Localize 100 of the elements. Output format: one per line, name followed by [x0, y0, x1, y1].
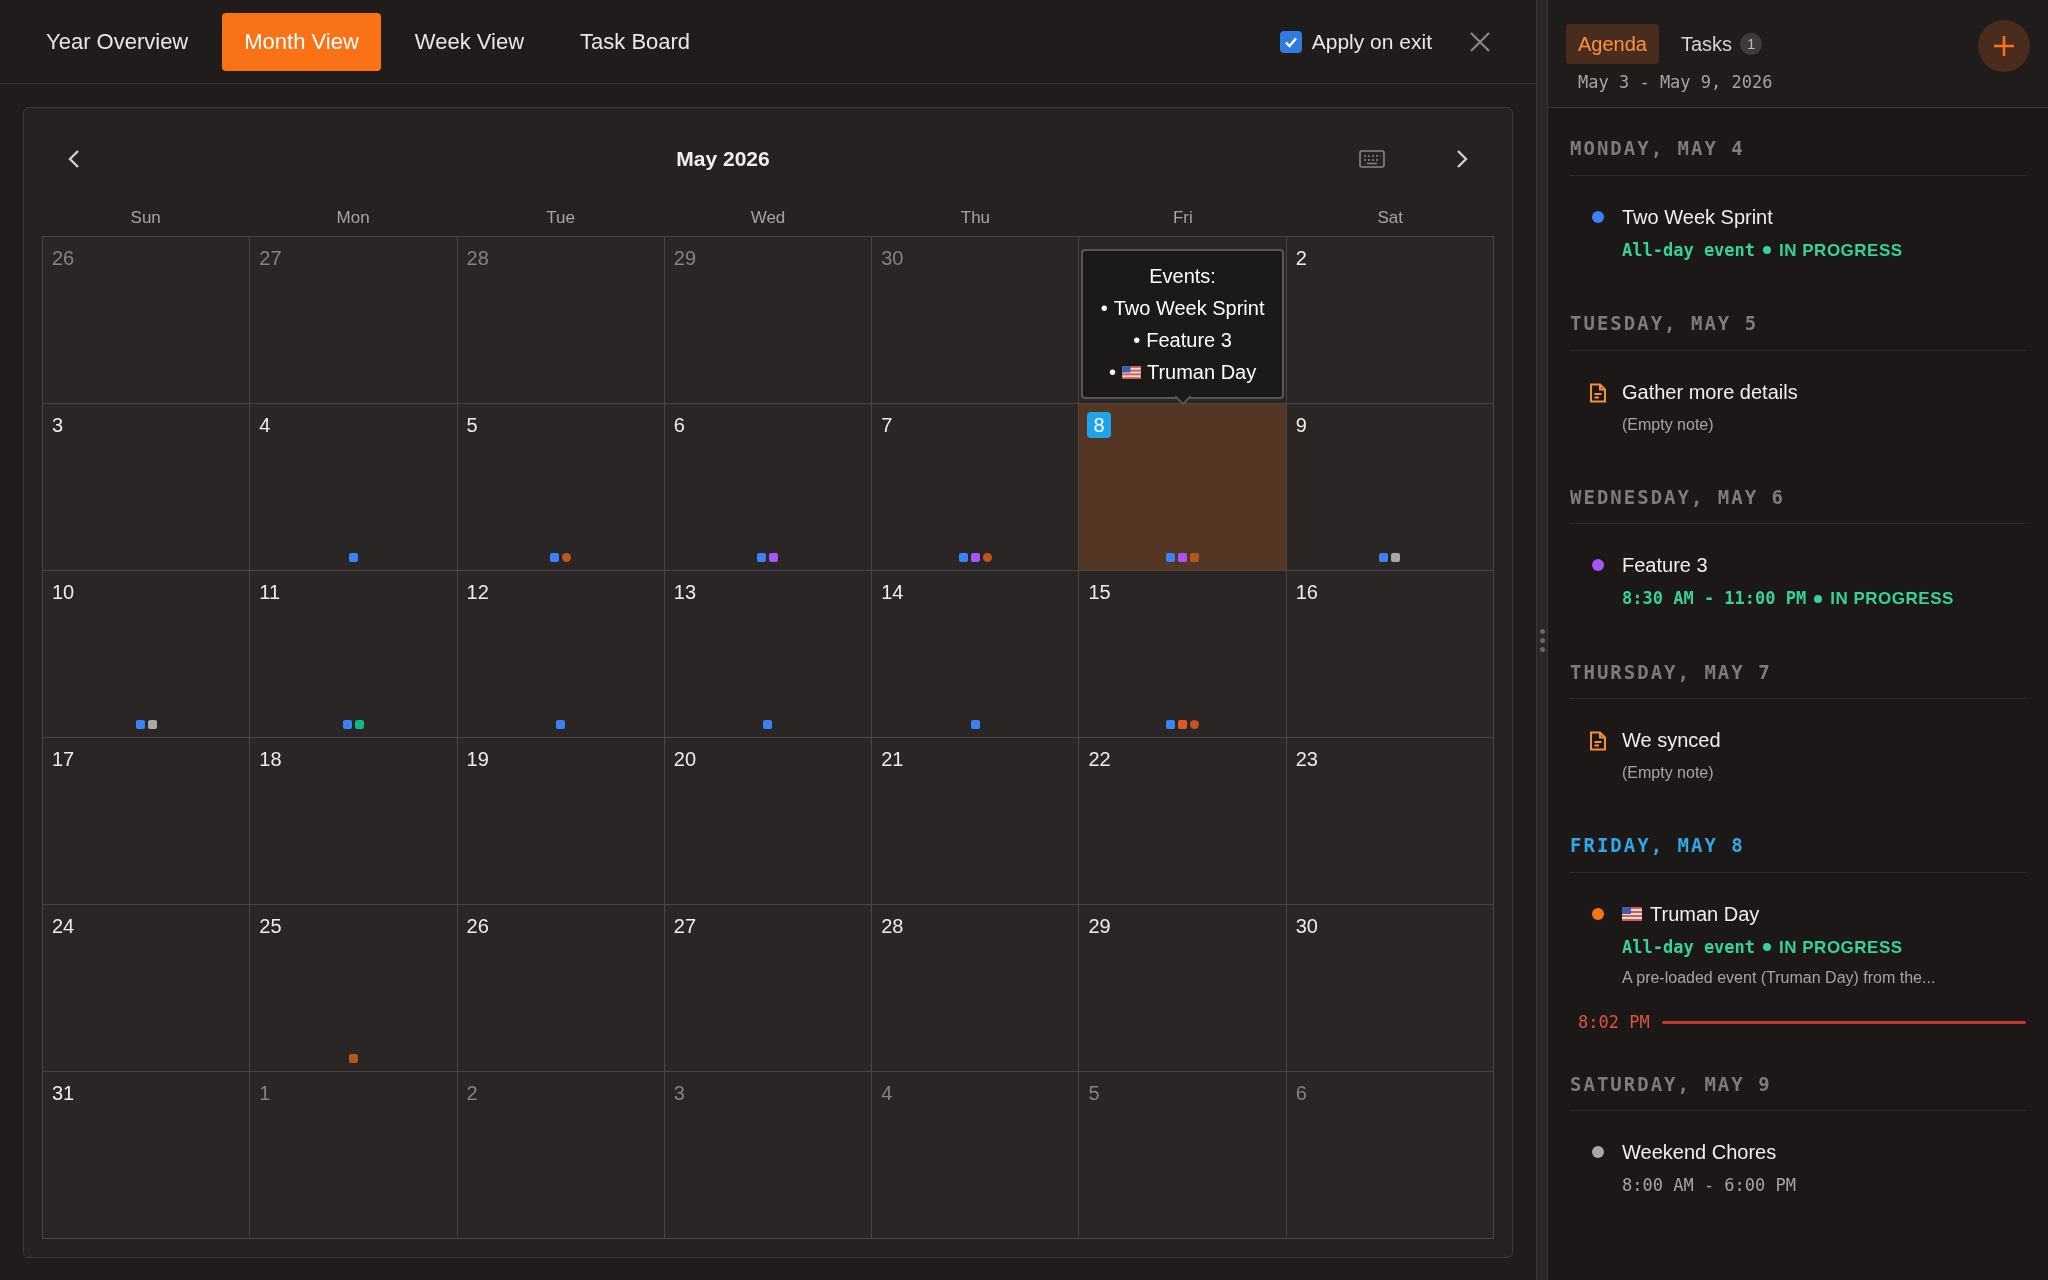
- day-number: 28: [880, 914, 905, 939]
- day-cell[interactable]: 2: [457, 1072, 665, 1239]
- day-cell[interactable]: 31: [43, 1072, 251, 1239]
- day-number: 2: [465, 1081, 479, 1106]
- item-title[interactable]: Two Week Sprint: [1622, 201, 1773, 232]
- day-cell[interactable]: 13: [664, 571, 873, 738]
- view-tab[interactable]: Year Overview: [24, 12, 211, 71]
- day-heading: MONDAY, MAY 4: [1570, 137, 1745, 159]
- item-description: (Empty note): [1622, 763, 1715, 783]
- flag-icon: [1622, 906, 1642, 921]
- tooltip-item: Two Week Sprint: [1113, 296, 1265, 321]
- day-cell[interactable]: 10: [43, 571, 251, 738]
- day-cell[interactable]: 1: [250, 1072, 458, 1239]
- day-cell[interactable]: 16: [1286, 571, 1494, 738]
- day-cell[interactable]: 24: [43, 905, 251, 1072]
- day-cell[interactable]: 23: [1286, 738, 1494, 905]
- weekday-label: Wed: [750, 207, 786, 230]
- day-number: 30: [1294, 914, 1319, 939]
- day-cell[interactable]: 30: [872, 237, 1080, 404]
- resize-handle[interactable]: [1536, 0, 1548, 1280]
- day-cell[interactable]: 9: [1286, 404, 1494, 571]
- day-cell[interactable]: 5: [1079, 1072, 1287, 1239]
- day-cell[interactable]: 29: [1079, 905, 1287, 1072]
- day-cell[interactable]: 20: [664, 738, 873, 905]
- day-cell[interactable]: 6: [1286, 1072, 1494, 1239]
- day-cell[interactable]: 29: [664, 237, 873, 404]
- day-cell[interactable]: 5: [457, 404, 665, 571]
- day-number: 3: [672, 1081, 686, 1106]
- day-number: 27: [258, 246, 283, 271]
- tooltip-item: Truman Day: [1146, 360, 1257, 385]
- day-cell[interactable]: 3: [664, 1072, 873, 1239]
- day-cell[interactable]: 21: [872, 738, 1080, 905]
- day-number: 31: [51, 1081, 76, 1106]
- day-number: 13: [672, 580, 698, 605]
- day-number: 5: [1087, 1081, 1101, 1106]
- item-title[interactable]: Weekend Chores: [1622, 1137, 1777, 1167]
- day-cell[interactable]: 26: [43, 237, 251, 404]
- view-tab[interactable]: Task Board: [558, 12, 713, 71]
- day-cell[interactable]: Events: • Two Week Sprint • Feature 3 • Truman Day: [1079, 237, 1287, 404]
- day-cell[interactable]: 26: [457, 905, 665, 1072]
- event-time: All-day event: [1622, 935, 1756, 959]
- item-title[interactable]: We synced: [1622, 725, 1721, 755]
- chevron-right-icon: [1455, 149, 1469, 169]
- panel-tab[interactable]: Tasks 1: [1668, 24, 1775, 64]
- day-cell[interactable]: 18: [250, 738, 458, 905]
- day-cell[interactable]: 2: [1286, 237, 1494, 404]
- weekday-label: Fri: [1172, 207, 1193, 230]
- add-button[interactable]: [1978, 20, 2030, 72]
- day-number: 24: [51, 914, 76, 939]
- day-cell[interactable]: 12: [457, 571, 665, 738]
- event-time: 8:30 AM - 11:00 PM: [1622, 587, 1807, 610]
- day-number: 27: [672, 914, 698, 939]
- day-number: 29: [672, 246, 698, 271]
- day-number: 4: [880, 1081, 894, 1106]
- day-cell[interactable]: 22: [1079, 738, 1287, 905]
- item-title[interactable]: Gather more details: [1622, 376, 1798, 407]
- date-range: May 3 - May 9, 2026: [1578, 71, 1773, 94]
- weekday-label: Tue: [546, 207, 575, 230]
- day-number: 21: [880, 747, 905, 772]
- weekday-label: Mon: [336, 207, 370, 230]
- day-number: 5: [465, 413, 479, 438]
- day-number: 6: [672, 413, 686, 438]
- day-number: 1: [258, 1081, 272, 1106]
- day-cell[interactable]: 27: [250, 237, 458, 404]
- day-cell[interactable]: 4: [250, 404, 458, 571]
- day-cell[interactable]: 15: [1079, 571, 1287, 738]
- day-number: 7: [880, 413, 894, 438]
- checkbox[interactable]: [1279, 30, 1302, 53]
- day-cell[interactable]: 25: [250, 905, 458, 1072]
- day-cell[interactable]: 7: [872, 404, 1080, 571]
- view-tab[interactable]: Week View: [392, 12, 547, 71]
- item-title[interactable]: Feature 3: [1622, 550, 1708, 580]
- day-cell[interactable]: 28: [872, 905, 1080, 1072]
- day-cell[interactable]: 27: [664, 905, 873, 1072]
- day-cell[interactable]: 14: [872, 571, 1080, 738]
- day-cell[interactable]: 17: [43, 738, 251, 905]
- day-cell[interactable]: 4: [872, 1072, 1080, 1239]
- bullet: •: [1100, 296, 1108, 321]
- item-description: A pre-loaded event (Truman Day) from the...: [1622, 968, 1936, 988]
- weekday-label: Sat: [1377, 207, 1404, 230]
- day-number: 23: [1294, 747, 1319, 772]
- day-number: 16: [1294, 580, 1319, 605]
- day-number: 11: [258, 580, 282, 605]
- weekday-label: Sun: [130, 207, 161, 230]
- tooltip-title: Events:: [1149, 264, 1216, 289]
- day-heading: FRIDAY, MAY 8: [1570, 834, 1745, 856]
- day-cell[interactable]: 11: [250, 571, 458, 738]
- item-title[interactable]: Truman Day: [1650, 898, 1760, 929]
- plus-icon: [1992, 34, 2016, 58]
- panel-tab[interactable]: Agenda: [1566, 24, 1659, 64]
- day-cell[interactable]: 30: [1286, 905, 1494, 1072]
- day-number: 8: [1087, 412, 1111, 438]
- day-number: 4: [258, 413, 272, 438]
- apply-on-exit-checkbox[interactable]: Apply on exit: [1279, 25, 1432, 58]
- day-number: 17: [51, 747, 76, 772]
- day-cell[interactable]: 3: [43, 404, 251, 571]
- day-cell[interactable]: 6: [664, 404, 873, 571]
- day-cell[interactable]: 28: [457, 237, 665, 404]
- status-label: IN PROGRESS: [1830, 588, 1954, 610]
- day-cell[interactable]: 19: [457, 738, 665, 905]
